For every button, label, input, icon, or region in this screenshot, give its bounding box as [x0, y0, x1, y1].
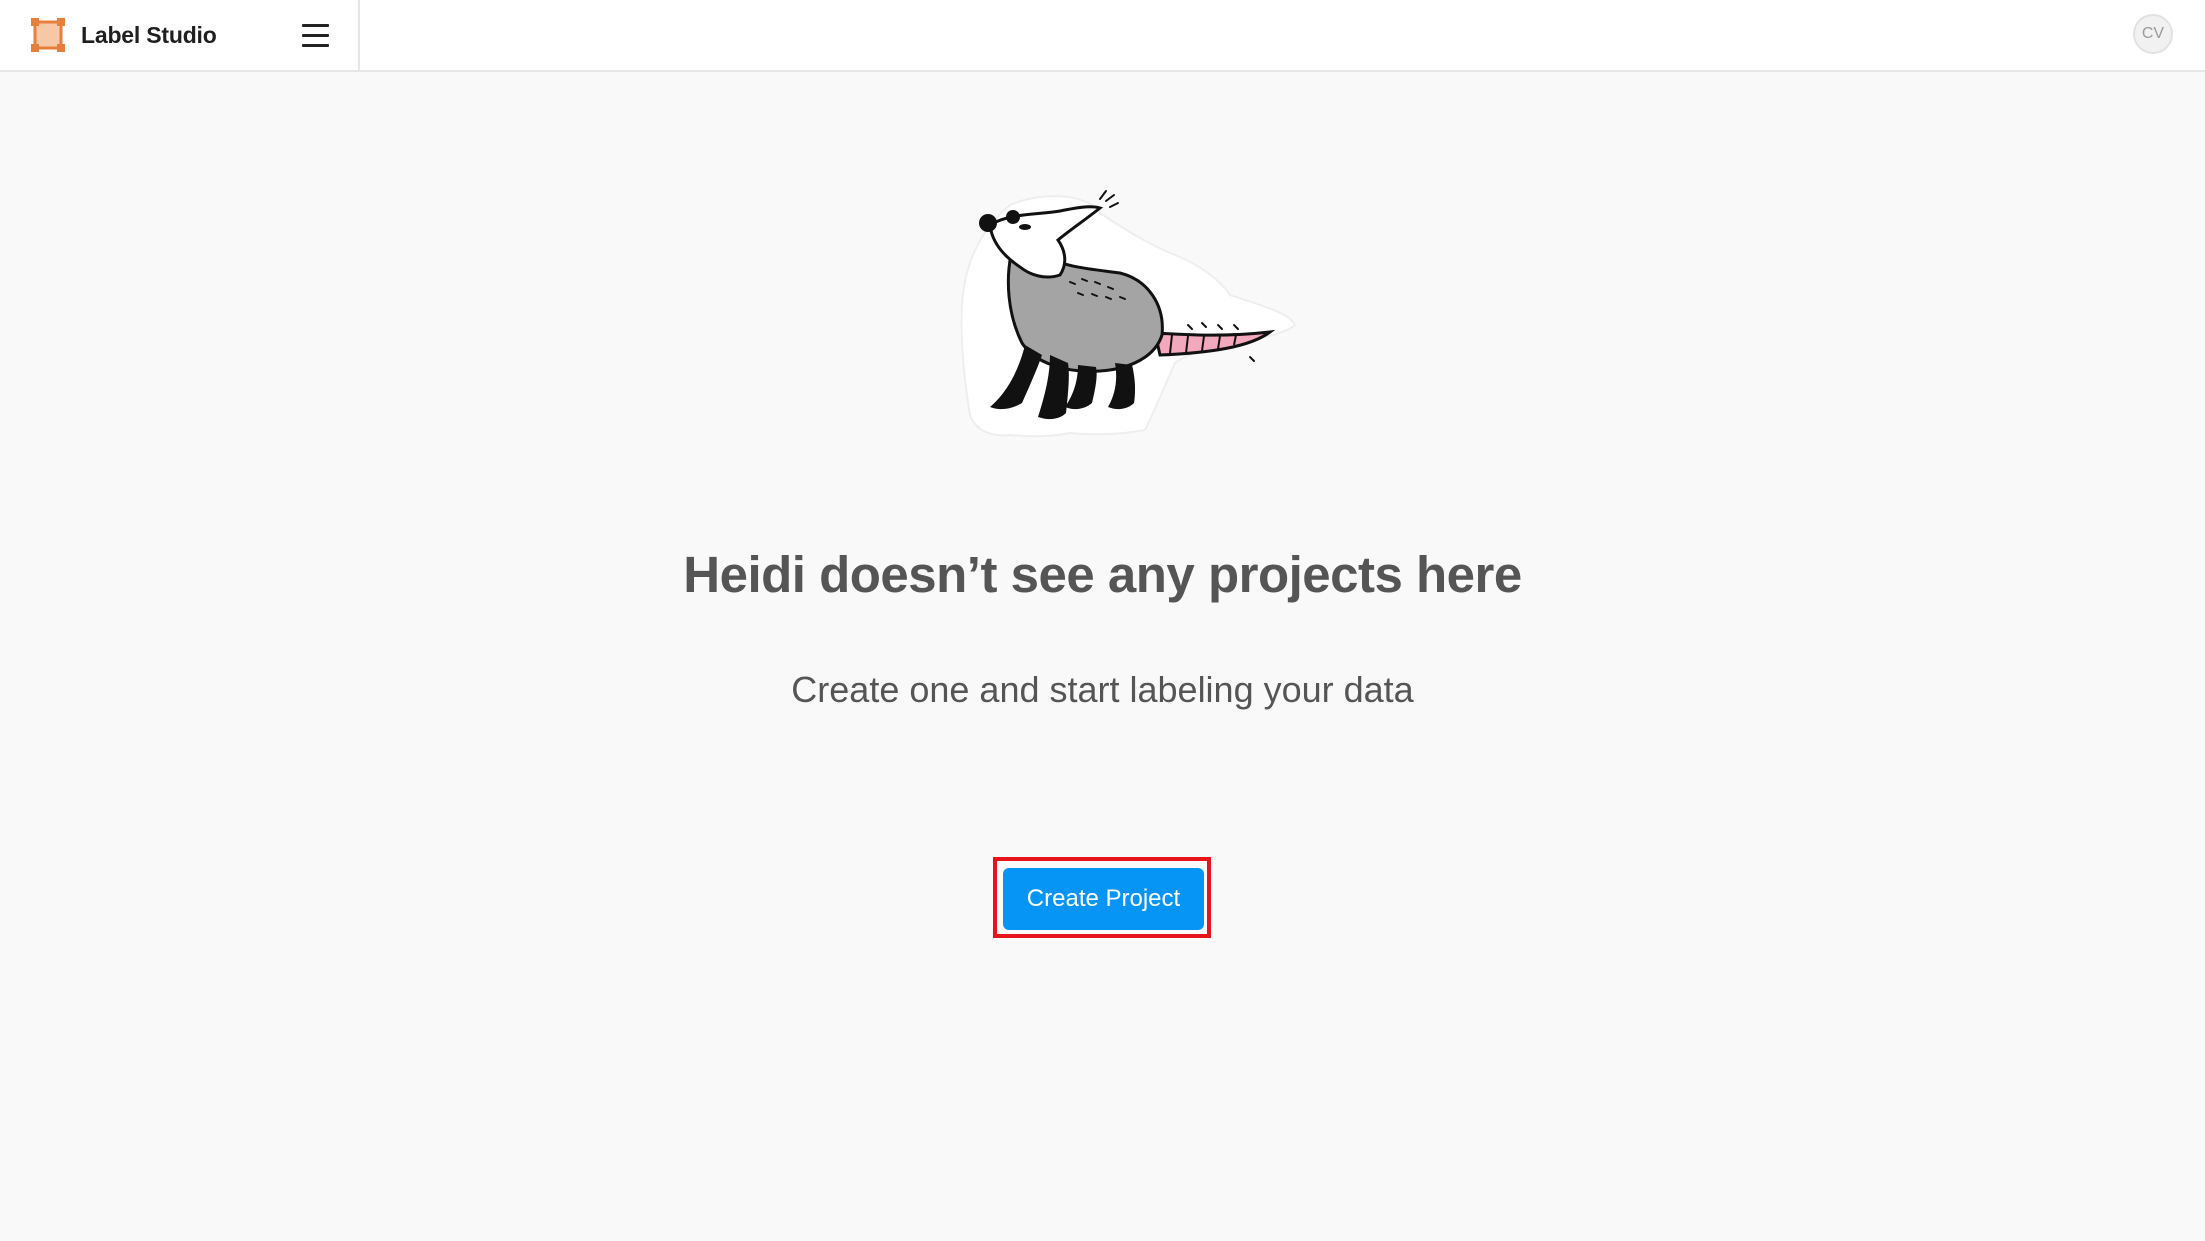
hamburger-menu-icon[interactable]: [296, 20, 336, 52]
app-name: Label Studio: [81, 22, 217, 48]
empty-state-subtitle: Create one and start labeling your data: [791, 669, 1414, 710]
empty-state-title: Heidi doesn’t see any projects here: [683, 546, 1522, 603]
top-navigation-bar: Label Studio CV: [0, 0, 2205, 72]
create-project-button[interactable]: Create Project: [1003, 868, 1204, 930]
brand-section: Label Studio: [0, 0, 360, 72]
user-avatar[interactable]: CV: [2133, 14, 2173, 54]
label-studio-logo-icon: [31, 18, 65, 52]
opossum-mascot-illustration: [960, 190, 1297, 438]
